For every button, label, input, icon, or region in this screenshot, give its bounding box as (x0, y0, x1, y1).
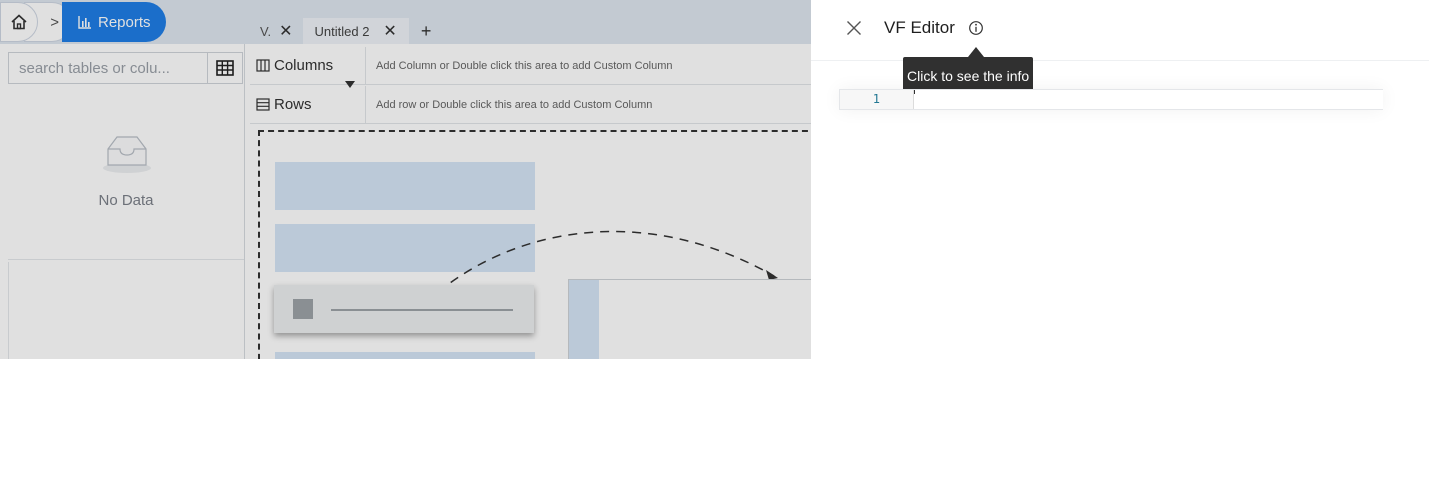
close-icon (847, 21, 861, 35)
report-builder-app: > Reports V. ✕ Untitled 2 ✕ + search tab… (0, 0, 811, 359)
drawer-title: VF Editor (884, 18, 955, 37)
code-editor[interactable]: 1 (839, 89, 1383, 110)
modal-backdrop[interactable] (0, 0, 811, 359)
info-icon[interactable] (968, 20, 984, 36)
drawer-header: VF Editor (811, 0, 1429, 61)
close-button[interactable] (843, 17, 865, 39)
line-number: 1 (840, 90, 914, 109)
screen: > Reports V. ✕ Untitled 2 ✕ + search tab… (0, 0, 1429, 498)
tooltip-arrow (968, 47, 984, 57)
code-line[interactable] (915, 90, 1383, 109)
vf-editor-drawer: VF Editor Click to see the info 1 (811, 0, 1429, 498)
